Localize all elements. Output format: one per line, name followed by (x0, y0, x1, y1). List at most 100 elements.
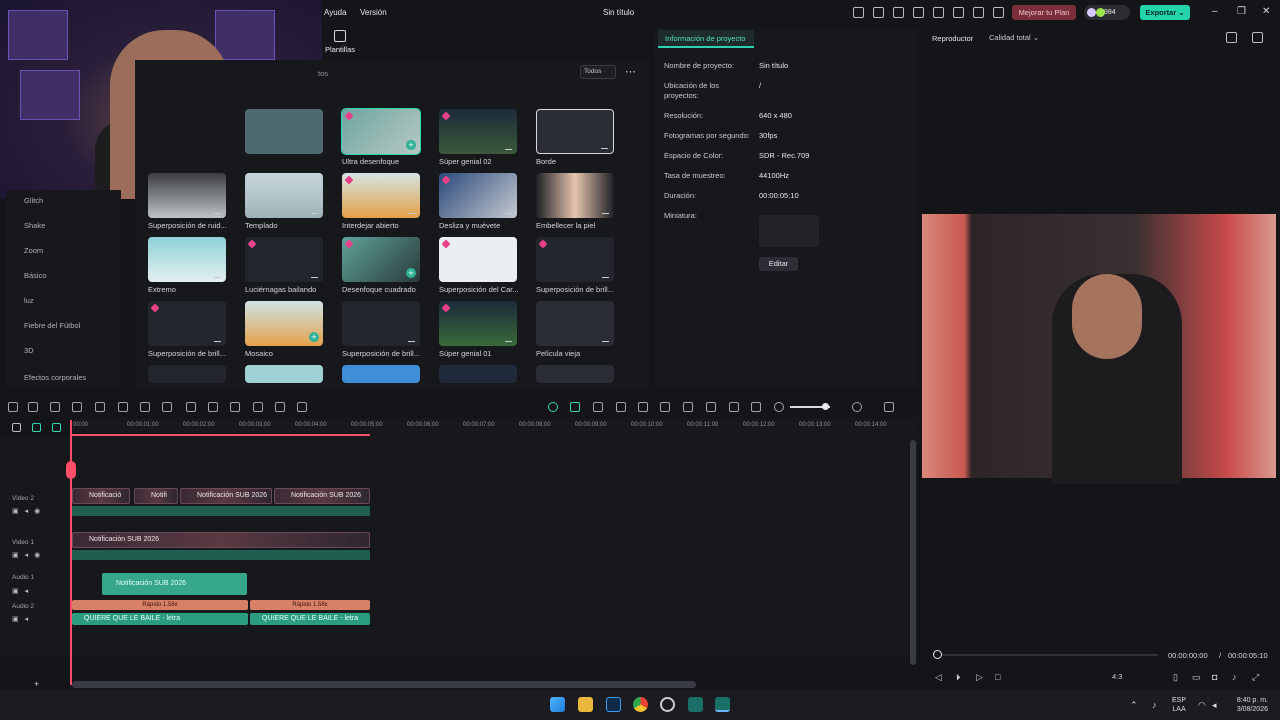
zoom-in-icon[interactable] (852, 402, 862, 412)
nav-item-luz[interactable]: luz (24, 296, 34, 305)
marker-icon[interactable] (593, 402, 603, 412)
more-options-icon[interactable]: ⋯ (625, 65, 636, 78)
record-icon[interactable] (616, 402, 626, 412)
effect-tile[interactable] (148, 173, 226, 218)
file-explorer-icon[interactable] (578, 697, 593, 712)
track-controls[interactable]: ▣◂◉ (12, 507, 46, 515)
step-icon[interactable]: ⏵ (956, 672, 961, 683)
download-icon[interactable] (214, 335, 221, 342)
video-clip[interactable]: Notificación SUB 2026 (180, 488, 272, 504)
download-icon[interactable] (311, 271, 318, 278)
effect-tile[interactable] (536, 173, 614, 218)
snap-icon[interactable] (570, 402, 580, 412)
add-icon[interactable]: + (406, 268, 416, 278)
ai-tool-icon[interactable] (253, 402, 263, 412)
grid-icon[interactable] (993, 7, 1004, 18)
effect-tile[interactable] (148, 301, 226, 346)
effect-tile[interactable] (148, 237, 226, 282)
track-controls[interactable]: ▣◂ (12, 587, 34, 595)
drag-handle-icon[interactable] (884, 402, 894, 412)
play-icon[interactable]: ▷ (976, 672, 983, 683)
fullscreen-icon[interactable] (1252, 32, 1263, 43)
link-track-icon[interactable] (32, 423, 41, 432)
effect-tile-partial[interactable] (245, 365, 323, 383)
add-icon[interactable]: + (406, 140, 416, 150)
monitor-icon[interactable] (913, 7, 924, 18)
system-clock[interactable]: 8:40 p. m. 3/08/2026 (1230, 696, 1268, 714)
minimize-icon[interactable]: – (1212, 6, 1218, 17)
chrome-icon[interactable] (633, 697, 648, 712)
ai-magic-icon[interactable] (548, 402, 558, 412)
camera-icon[interactable]: ◘ (1212, 672, 1217, 682)
nav-item-glitch[interactable]: Glitch (24, 196, 43, 205)
chevron-up-icon[interactable]: ⌃ (1130, 700, 1138, 711)
scrubber-handle[interactable] (933, 650, 942, 659)
effect-tile-partial[interactable] (439, 365, 517, 383)
upgrade-button[interactable]: Mejorar tu Plan (1012, 5, 1076, 20)
layout-icon[interactable] (893, 7, 904, 18)
photoshop-icon[interactable] (606, 697, 621, 712)
layout-tool-icon[interactable] (8, 402, 18, 412)
export-button[interactable]: Exportar ⌄ (1140, 5, 1190, 20)
save-icon[interactable] (933, 7, 944, 18)
windows-start-icon[interactable] (550, 697, 565, 712)
filmora-active-icon[interactable] (715, 697, 730, 712)
effect-tile[interactable] (439, 237, 517, 282)
audio-clip[interactable]: QUIERE QUE LE BAILE - letra (250, 613, 370, 625)
download-icon[interactable] (408, 335, 415, 342)
aspect-ratio-select[interactable]: 4:3 (1112, 672, 1122, 681)
app-icon[interactable] (660, 697, 675, 712)
download-icon[interactable] (505, 207, 512, 214)
effect-tile[interactable] (245, 173, 323, 218)
add-track-icon[interactable] (12, 423, 21, 432)
video-clip[interactable]: Notificación SUB 2026 (274, 488, 370, 504)
speed-badge[interactable]: Rápido 1.58x (250, 600, 370, 610)
effect-tile[interactable] (536, 301, 614, 346)
speed-badge[interactable]: Rápido 1.58x (72, 600, 248, 610)
zoom-slider-handle[interactable] (822, 403, 829, 410)
download-icon[interactable] (214, 207, 221, 214)
menu-version[interactable]: Versión (360, 8, 387, 17)
effect-tile[interactable]: + (342, 237, 420, 282)
nav-item-3d[interactable]: 3D (24, 346, 34, 355)
microphone-icon[interactable] (683, 402, 693, 412)
effect-tile[interactable]: + (341, 108, 421, 155)
menu-help[interactable]: Ayuda (324, 8, 347, 17)
effect-tile[interactable]: + (245, 301, 323, 346)
audio-icon[interactable]: ♪ (1232, 672, 1237, 682)
video-clip[interactable]: Notifi (134, 488, 178, 504)
send-icon[interactable] (873, 7, 884, 18)
effect-tile-partial[interactable] (148, 365, 226, 383)
group-icon[interactable] (297, 402, 307, 412)
filter-dropdown[interactable]: Todos (580, 65, 616, 79)
effect-tile-partial[interactable] (342, 365, 420, 383)
support-icon[interactable] (973, 7, 984, 18)
speed-icon[interactable] (275, 402, 285, 412)
effect-tile[interactable] (439, 301, 517, 346)
download-icon[interactable] (408, 207, 415, 214)
snapshot-icon[interactable] (1226, 32, 1237, 43)
close-icon[interactable]: ✕ (1262, 6, 1270, 17)
zoom-out-icon[interactable] (774, 402, 784, 412)
crop-icon[interactable] (186, 402, 196, 412)
playhead[interactable] (70, 420, 72, 685)
download-icon[interactable] (602, 335, 609, 342)
color-icon[interactable] (208, 402, 218, 412)
keyframe-icon[interactable] (638, 402, 648, 412)
audio-clip[interactable]: Notificación SUB 2026 (102, 573, 247, 595)
timeline-horizontal-scrollbar[interactable] (72, 681, 696, 688)
effect-tile[interactable] (245, 237, 323, 282)
mic-tray-icon[interactable]: ♪ (1152, 700, 1157, 710)
gift-icon[interactable] (853, 7, 864, 18)
download-icon[interactable] (214, 271, 221, 278)
video-clip[interactable]: Notificació (72, 488, 130, 504)
quality-dropdown[interactable]: Calidad total ⌄ (986, 31, 1058, 45)
track-list-icon[interactable] (52, 423, 61, 432)
templates-tab[interactable]: Plantillas (320, 28, 360, 58)
track-controls[interactable]: ▣◂◉ (12, 551, 46, 559)
cut-icon[interactable] (118, 402, 128, 412)
language-indicator[interactable]: ESP LAA (1172, 696, 1186, 714)
download-icon[interactable] (601, 142, 608, 149)
track-controls[interactable]: ▣◂ (12, 615, 34, 623)
nav-item-shake[interactable]: Shake (24, 221, 45, 230)
